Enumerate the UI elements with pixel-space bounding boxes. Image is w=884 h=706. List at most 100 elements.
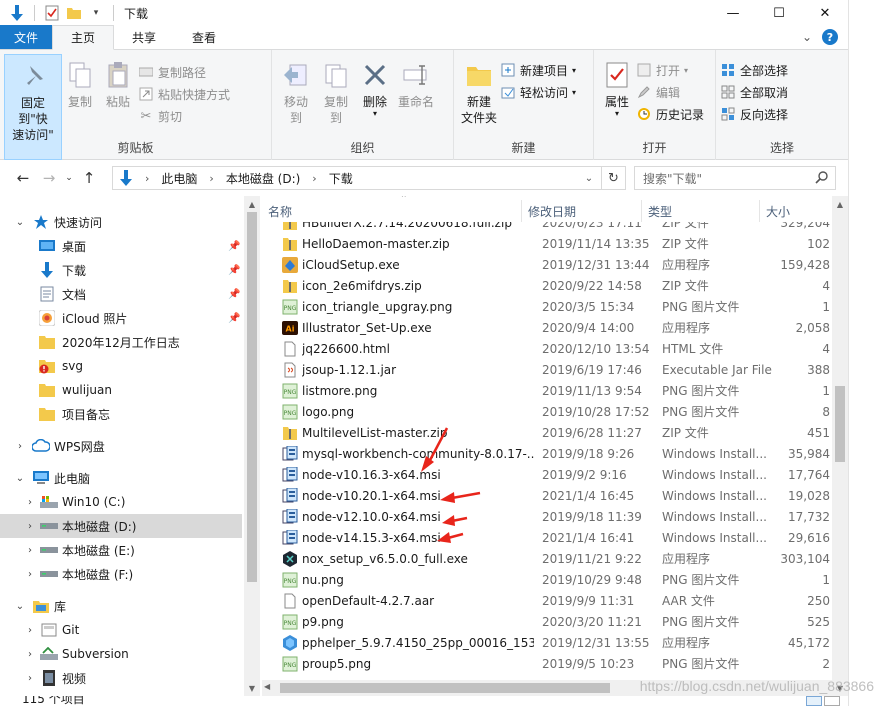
nav-lib-videos[interactable]: › 视频 <box>0 666 242 690</box>
select-none-button[interactable]: 全部取消 <box>720 82 788 102</box>
pin-icon[interactable]: 📌 <box>228 265 240 276</box>
file-row[interactable]: MultilevelList-master.zip 2019/6/28 11:27… <box>262 422 832 443</box>
nav-wps-cloud[interactable]: › WPS网盘 <box>0 434 242 458</box>
horizontal-scrollbar-thumb[interactable] <box>280 683 610 693</box>
properties-check-icon[interactable] <box>43 4 61 22</box>
scroll-down-icon[interactable]: ▼ <box>244 680 260 696</box>
chevron-right-icon[interactable]: › <box>24 649 36 660</box>
file-row[interactable]: PNG logo.png 2019/10/28 17:52 PNG 图片文件 8 <box>262 401 832 422</box>
tab-file[interactable]: 文件 <box>0 25 53 49</box>
select-all-button[interactable]: 全部选择 <box>720 60 788 80</box>
nav-item-icloud-photos[interactable]: iCloud 照片 📌 <box>0 306 242 330</box>
pin-icon[interactable]: 📌 <box>228 241 240 252</box>
nav-drive-d[interactable]: › 本地磁盘 (D:) <box>0 514 242 538</box>
file-row[interactable]: node-v12.10.0-x64.msi 2019/9/18 11:39 Wind… <box>262 506 832 527</box>
file-row[interactable]: PNG nu.png 2019/10/29 9:48 PNG 图片文件 1 <box>262 569 832 590</box>
column-header-date[interactable]: 修改日期 <box>522 200 642 222</box>
chevron-right-icon[interactable]: › <box>24 569 36 580</box>
file-row[interactable]: jsoup-1.12.1.jar 2019/6/19 17:46 Executabl… <box>262 359 832 380</box>
file-scrollbar-thumb[interactable] <box>835 386 845 462</box>
file-row[interactable]: node-v10.16.3-x64.msi 2019/9/2 9:16 Window… <box>262 464 832 485</box>
nav-item-wulijuan[interactable]: wulijuan <box>0 378 242 402</box>
chevron-right-icon[interactable]: › <box>139 172 155 185</box>
chevron-down-icon[interactable]: ⌄ <box>14 601 26 612</box>
file-row[interactable]: pphelper_5.9.7.4150_25pp_00016_153... 201… <box>262 632 832 653</box>
nav-item-documents[interactable]: 文档 📌 <box>0 282 242 306</box>
chevron-right-icon[interactable]: › <box>24 521 36 532</box>
history-button[interactable]: 历史记录 <box>636 104 704 124</box>
file-row[interactable]: PNG p9.png 2020/3/20 11:21 PNG 图片文件 525 <box>262 611 832 632</box>
column-header-type[interactable]: 类型 <box>642 200 760 222</box>
new-item-button[interactable]: 新建项目 ▾ <box>500 60 576 80</box>
file-row[interactable]: jq226600.html 2020/12/10 13:54 HTML 文件 4 <box>262 338 832 359</box>
nav-libraries[interactable]: ⌄ 库 <box>0 594 242 618</box>
file-row[interactable]: openDefault-4.2.7.aar 2019/9/9 11:31 AAR 文… <box>262 590 832 611</box>
breadcrumb-this-pc[interactable]: 此电脑 <box>155 170 203 187</box>
file-row[interactable]: PNG proup5.png 2019/9/5 10:23 PNG 图片文件 2 <box>262 653 832 674</box>
details-view-icon[interactable] <box>806 696 822 706</box>
nav-item-desktop[interactable]: 桌面 📌 <box>0 234 242 258</box>
delete-dropdown-icon[interactable]: ▾ <box>373 110 377 118</box>
file-row[interactable]: node-v14.15.3-x64.msi 2021/1/4 16:41 Windo… <box>262 527 832 548</box>
search-icon[interactable] <box>815 170 829 187</box>
scroll-up-icon[interactable]: ▲ <box>832 196 848 212</box>
maximize-button[interactable]: ☐ <box>756 0 802 26</box>
forward-arrow-icon[interactable]: → <box>36 166 62 190</box>
chevron-right-icon[interactable]: › <box>306 172 322 185</box>
new-item-dropdown-icon[interactable]: ▾ <box>572 66 576 75</box>
nav-drive-c[interactable]: › Win10 (C:) <box>0 490 242 514</box>
tab-home[interactable]: 主页 <box>52 25 115 50</box>
path-box[interactable]: › 此电脑 › 本地磁盘 (D:) › 下载 ⌄ ↻ <box>112 166 626 190</box>
chevron-right-icon[interactable]: › <box>14 441 26 452</box>
nav-scrollbar[interactable]: ▲ ▼ <box>244 196 260 696</box>
pin-icon[interactable]: 📌 <box>228 313 240 324</box>
paste-shortcut-button[interactable]: 粘贴快捷方式 <box>138 84 230 104</box>
easy-access-button[interactable]: 轻松访问 ▾ <box>500 82 576 102</box>
chevron-down-icon[interactable]: ⌄ <box>14 473 26 484</box>
edit-button[interactable]: 编辑 <box>636 82 704 102</box>
chevron-down-icon[interactable]: ⌄ <box>14 217 26 228</box>
copy-path-button[interactable]: 复制路径 <box>138 62 230 82</box>
file-row[interactable]: icon_2e6mifdrys.zip 2020/9/22 14:58 ZIP 文件… <box>262 275 832 296</box>
customize-toolbar-icon[interactable]: ▾ <box>87 4 105 22</box>
nav-drive-e[interactable]: › 本地磁盘 (E:) <box>0 538 242 562</box>
cut-button[interactable]: ✂ 剪切 <box>138 106 230 126</box>
properties-dropdown-icon[interactable]: ▾ <box>615 110 619 118</box>
scroll-up-icon[interactable]: ▲ <box>244 196 260 212</box>
nav-drive-f[interactable]: › 本地磁盘 (F:) <box>0 562 242 586</box>
file-row[interactable]: PNG icon_triangle_upgray.png 2020/3/5 15:3… <box>262 296 832 317</box>
nav-lib-subversion[interactable]: › Subversion <box>0 642 242 666</box>
nav-item-work-log[interactable]: 2020年12月工作日志 <box>0 330 242 354</box>
back-arrow-icon[interactable]: ← <box>10 166 36 190</box>
nav-quick-access[interactable]: ⌄ 快速访问 <box>0 210 242 234</box>
chevron-right-icon[interactable]: › <box>24 497 36 508</box>
nav-scrollbar-thumb[interactable] <box>247 212 257 582</box>
chevron-right-icon[interactable]: › <box>203 172 219 185</box>
new-folder-icon[interactable] <box>65 4 83 22</box>
down-arrow-blue-icon[interactable] <box>8 4 26 22</box>
breadcrumb-downloads[interactable]: 下载 <box>323 170 359 187</box>
address-dropdown-icon[interactable]: ⌄ <box>579 167 599 189</box>
file-row[interactable]: iCloudSetup.exe 2019/12/31 13:44 应用程序 159,4… <box>262 254 832 275</box>
refresh-icon[interactable]: ↻ <box>601 167 625 189</box>
easy-access-dropdown-icon[interactable]: ▾ <box>572 88 576 97</box>
nav-lib-git[interactable]: › Git <box>0 618 242 642</box>
nav-item-project-memo[interactable]: 项目备忘 <box>0 402 242 426</box>
file-row[interactable]: node-v10.20.1-x64.msi 2021/1/4 16:45 Windo… <box>262 485 832 506</box>
recent-locations-icon[interactable]: ⌄ <box>62 166 76 190</box>
file-list-scrollbar[interactable]: ▲ ▼ <box>832 196 848 696</box>
column-header-name[interactable]: 名称 ⌃ <box>262 196 522 222</box>
file-row[interactable]: Ai Illustrator_Set-Up.exe 2020/9/4 14:00 应用… <box>262 317 832 338</box>
breadcrumb-drive-d[interactable]: 本地磁盘 (D:) <box>220 170 306 187</box>
help-icon[interactable]: ? <box>822 29 838 45</box>
minimize-button[interactable]: — <box>710 0 756 26</box>
open-button[interactable]: 打开 ▾ <box>636 60 704 80</box>
invert-selection-button[interactable]: 反向选择 <box>720 104 788 124</box>
search-input[interactable]: 搜索"下载" <box>634 166 836 190</box>
scroll-left-icon[interactable]: ◀ <box>264 682 270 691</box>
column-header-size[interactable]: 大小 <box>760 200 832 222</box>
open-dropdown-icon[interactable]: ▾ <box>684 66 688 75</box>
file-row[interactable]: mysql-workbench-community-8.0.17-... 2019… <box>262 443 832 464</box>
up-arrow-icon[interactable]: ↑ <box>76 166 102 190</box>
file-row[interactable]: HelloDaemon-master.zip 2019/11/14 13:35 ZI… <box>262 233 832 254</box>
